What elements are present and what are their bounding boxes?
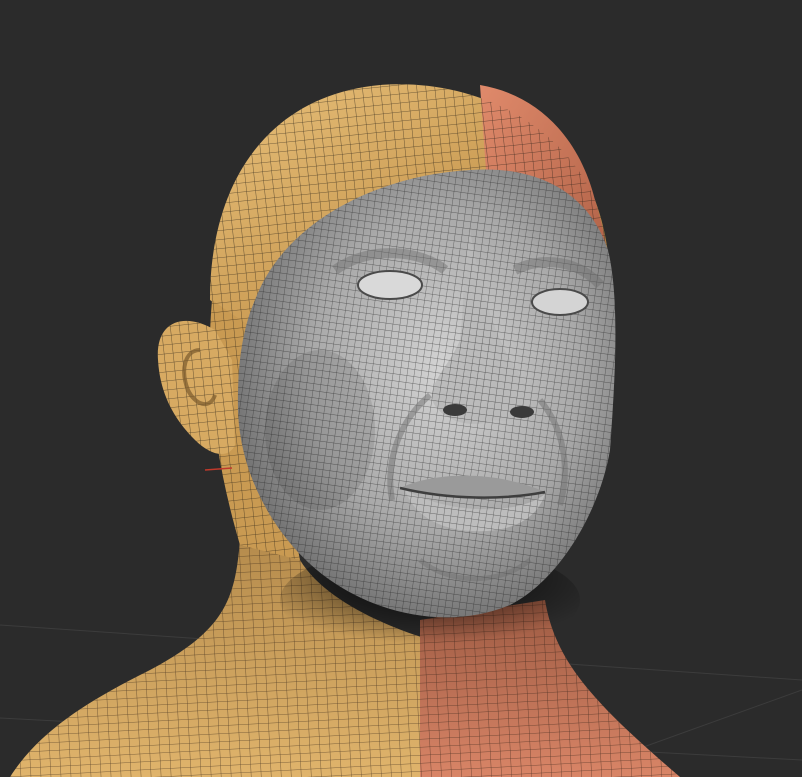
3d-viewport[interactable] [0, 0, 802, 777]
right-nostril [510, 406, 534, 418]
scene-canvas[interactable] [0, 0, 802, 777]
left-eye [357, 270, 423, 300]
right-eye [531, 288, 589, 316]
left-nostril [443, 404, 467, 416]
